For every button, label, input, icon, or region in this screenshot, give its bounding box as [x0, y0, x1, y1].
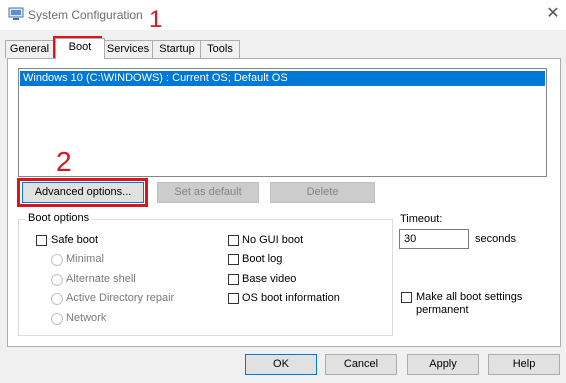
boot-log-label: Boot log	[242, 253, 283, 265]
delete-button[interactable]: Delete	[270, 182, 375, 203]
apply-button[interactable]: Apply	[407, 354, 479, 375]
active-directory-repair-radio[interactable]	[51, 293, 63, 305]
alternate-shell-label: Alternate shell	[66, 273, 136, 285]
help-button[interactable]: Help	[488, 354, 560, 375]
os-boot-information-checkbox[interactable]	[228, 293, 239, 304]
tab-general[interactable]: General	[5, 40, 54, 58]
annotation-number-one: 1	[149, 6, 163, 33]
boot-log-checkbox[interactable]	[228, 254, 239, 265]
make-permanent-checkbox[interactable]	[401, 292, 412, 303]
title-bar: System Configuration ✕	[0, 0, 566, 30]
list-item[interactable]: Windows 10 (C:\WINDOWS) : Current OS; De…	[20, 71, 545, 86]
tab-tools[interactable]: Tools	[200, 40, 240, 58]
close-icon[interactable]: ✕	[543, 4, 563, 24]
annotation-number-two: 2	[56, 146, 72, 177]
tab-startup[interactable]: Startup	[152, 40, 202, 58]
window-title: System Configuration	[28, 8, 143, 22]
safe-boot-label: Safe boot	[51, 234, 99, 246]
tab-services[interactable]: Services	[102, 40, 154, 58]
timeout-unit-label: seconds	[475, 233, 516, 245]
safe-boot-checkbox[interactable]	[36, 235, 47, 246]
ok-button[interactable]: OK	[245, 354, 317, 375]
boot-options-label: Boot options	[25, 212, 93, 224]
advanced-options-button[interactable]: Advanced options...	[22, 182, 144, 203]
cancel-button[interactable]: Cancel	[325, 354, 397, 375]
minimal-radio[interactable]	[51, 254, 63, 266]
system-configuration-icon	[8, 7, 24, 20]
os-list[interactable]: Windows 10 (C:\WINDOWS) : Current OS; De…	[18, 68, 547, 177]
set-as-default-button[interactable]: Set as default	[157, 182, 259, 203]
network-label: Network	[66, 312, 107, 324]
alternate-shell-radio[interactable]	[51, 274, 63, 286]
make-permanent-label: Make all boot settings permanent	[416, 291, 523, 316]
base-video-checkbox[interactable]	[228, 274, 239, 285]
base-video-label: Base video	[242, 273, 297, 285]
no-gui-boot-checkbox[interactable]	[228, 235, 239, 246]
timeout-input[interactable]: 30	[399, 229, 469, 249]
os-boot-information-label: OS boot information	[242, 292, 340, 304]
timeout-label: Timeout:	[400, 213, 443, 225]
minimal-label: Minimal	[66, 253, 104, 265]
no-gui-boot-label: No GUI boot	[242, 234, 304, 246]
tab-boot[interactable]: Boot	[55, 38, 105, 59]
active-directory-repair-label: Active Directory repair	[66, 292, 175, 304]
network-radio[interactable]	[51, 313, 63, 325]
